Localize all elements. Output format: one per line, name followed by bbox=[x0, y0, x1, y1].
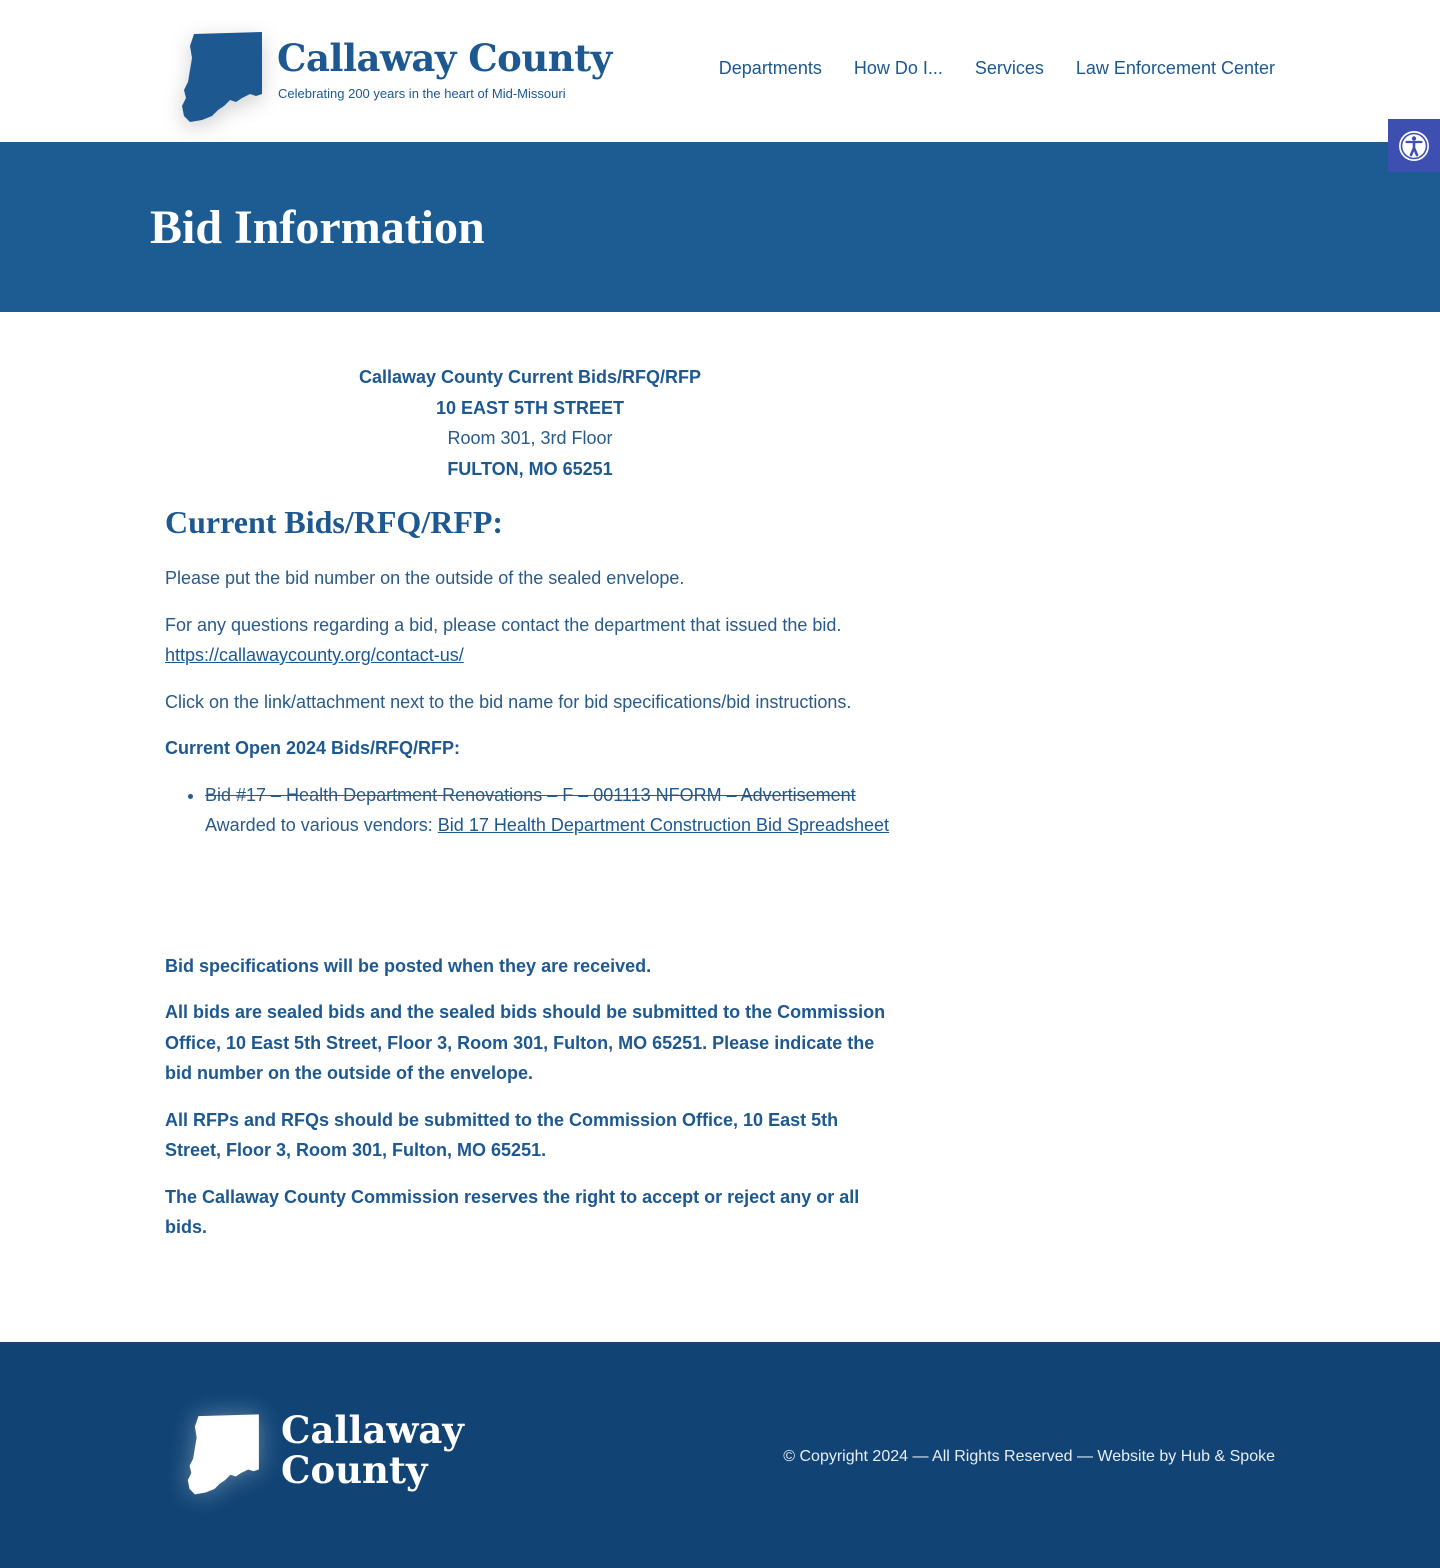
address-street: 10 EAST 5TH STREET bbox=[435, 397, 625, 418]
main-content: Callaway County Current Bids/RFQ/RFP 10 … bbox=[0, 312, 1440, 1342]
nav-departments[interactable]: Departments bbox=[719, 58, 822, 79]
address-room: Room 301, 3rd Floor bbox=[447, 428, 613, 448]
contact-text: For any questions regarding a bid, pleas… bbox=[165, 614, 842, 635]
instruction-attachments: Click on the link/attachment next to the… bbox=[165, 691, 852, 712]
contact-us-link[interactable]: https://callawaycounty.org/contact-us/ bbox=[165, 645, 464, 665]
instruction-contact: For any questions regarding a bid, pleas… bbox=[165, 610, 895, 671]
footer-logo-title: Callaway County bbox=[281, 1410, 464, 1490]
notice-rfp-rfq: All RFPs and RFQs should be submitted to… bbox=[165, 1109, 839, 1161]
bids-list: Bid #17 – Health Department Renovations … bbox=[205, 780, 895, 841]
notice-posting: Bid specifications will be posted when t… bbox=[165, 955, 652, 976]
footer-logo-line1: Callaway bbox=[281, 1408, 464, 1452]
page-hero: Bid Information bbox=[0, 142, 1440, 312]
bid-advertisement-link[interactable]: F – 001113 NFORM – Advertisement bbox=[562, 785, 855, 805]
site-header: Callaway County Celebrating 200 years in… bbox=[0, 0, 1440, 142]
address-city: FULTON, MO 65251 bbox=[447, 458, 613, 479]
logo-title: Callaway County bbox=[277, 36, 612, 80]
open-bids-heading: Current Open 2024 Bids/RFQ/RFP: bbox=[165, 738, 461, 758]
instruction-envelope: Please put the bid number on the outside… bbox=[165, 568, 685, 588]
list-item: Bid #17 – Health Department Renovations … bbox=[205, 780, 895, 841]
page-title: Bid Information bbox=[150, 201, 485, 254]
accessibility-icon bbox=[1399, 130, 1429, 161]
awarded-text: Awarded to various vendors: bbox=[205, 815, 438, 835]
county-map-icon bbox=[182, 32, 262, 122]
site-logo-link[interactable]: Callaway County Celebrating 200 years in… bbox=[170, 10, 612, 130]
logo-tagline: Celebrating 200 years in the heart of Mi… bbox=[278, 86, 566, 101]
main-nav: Departments How Do I... Services Law Enf… bbox=[687, 58, 1275, 79]
footer-logo-line2: County bbox=[281, 1448, 428, 1492]
footer-logo-link[interactable]: Callaway County bbox=[180, 1404, 480, 1514]
bid-spreadsheet-link[interactable]: Bid 17 Health Department Construction Bi… bbox=[438, 815, 889, 835]
site-footer: Callaway County © Copyright 2024 — All R… bbox=[0, 1342, 1440, 1568]
section-title: Current Bids/RFQ/RFP: bbox=[165, 504, 504, 540]
notice-reserve-rights: The Callaway County Commission reserves … bbox=[165, 1186, 860, 1238]
accessibility-button[interactable] bbox=[1388, 119, 1440, 172]
notice-sealed-bids: All bids are sealed bids and the sealed … bbox=[165, 1002, 886, 1083]
bid-title-struck: Bid #17 – Health Department Renovations … bbox=[205, 784, 563, 805]
nav-services[interactable]: Services bbox=[975, 58, 1044, 79]
address-block: Callaway County Current Bids/RFQ/RFP 10 … bbox=[165, 362, 895, 484]
nav-law-enforcement-center[interactable]: Law Enforcement Center bbox=[1076, 58, 1275, 79]
copyright-text: © Copyright 2024 — All Rights Reserved —… bbox=[783, 1448, 1275, 1465]
address-heading: Callaway County Current Bids/RFQ/RFP bbox=[358, 367, 702, 387]
county-map-icon bbox=[187, 1414, 259, 1495]
nav-how-do-i[interactable]: How Do I... bbox=[854, 58, 943, 79]
